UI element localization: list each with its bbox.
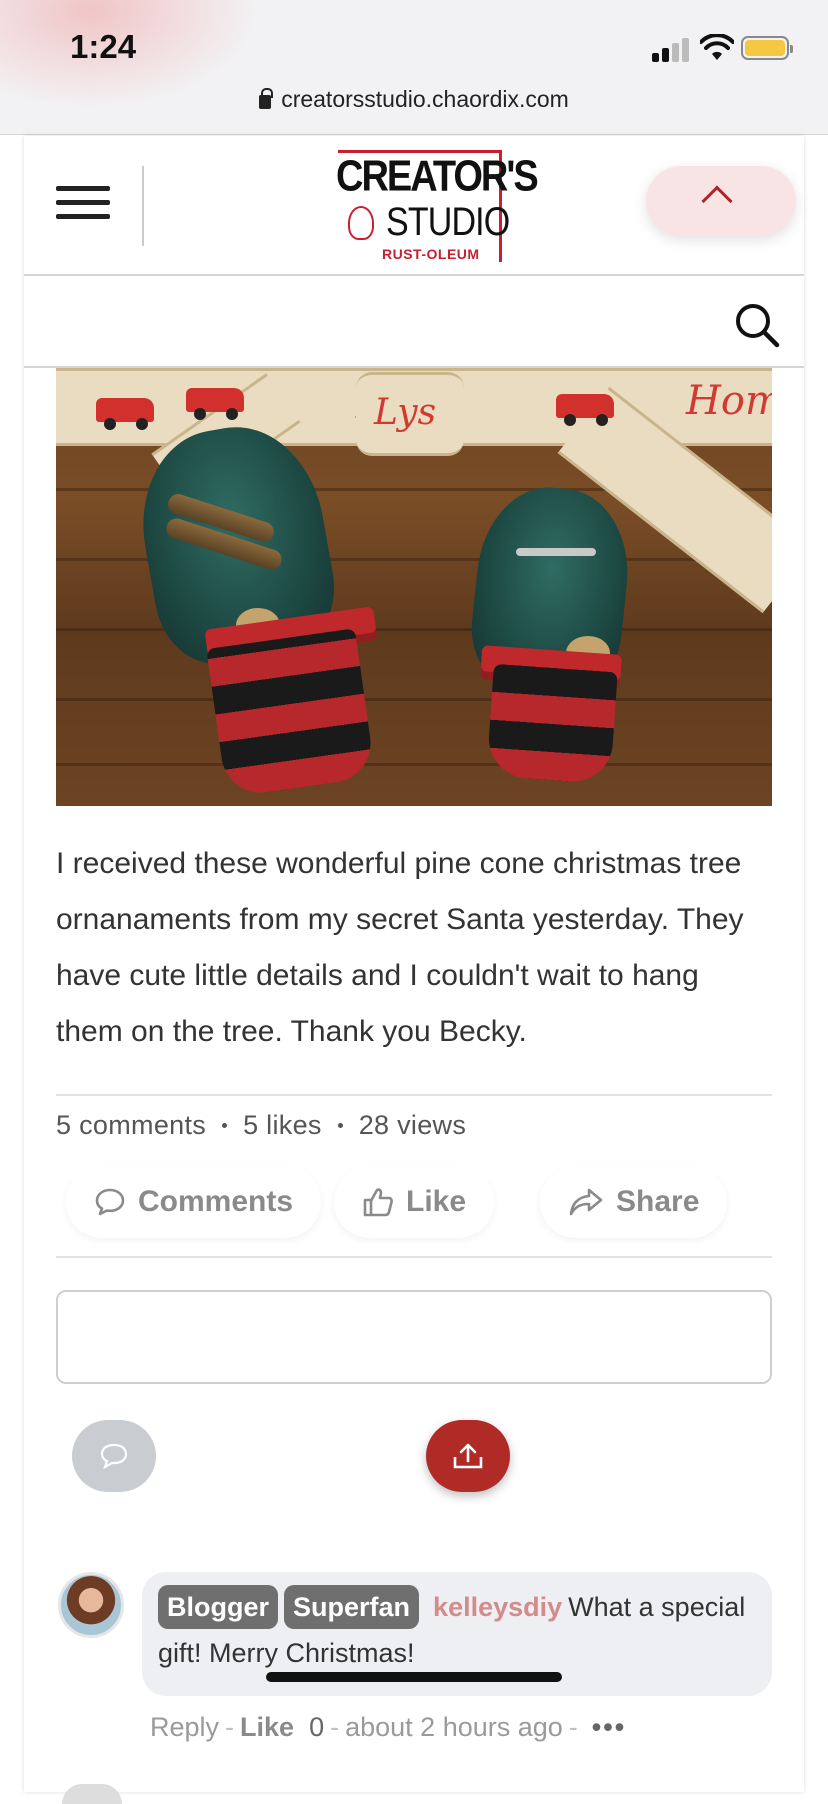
like-button[interactable]: Like xyxy=(334,1166,495,1238)
menu-icon[interactable] xyxy=(56,186,110,220)
commenter-avatar[interactable] xyxy=(58,1572,124,1638)
logo-brand: RUST-OLEUM xyxy=(382,246,480,262)
search-icon[interactable] xyxy=(734,302,780,348)
badge-superfan: Superfan xyxy=(284,1585,420,1629)
post-actions: Comments Like Share xyxy=(56,1166,772,1238)
address-bar[interactable]: creatorsstudio.chaordix.com xyxy=(0,86,828,113)
site-header: CREATOR'S STUDIO RUST-OLEUM xyxy=(24,136,804,276)
comment-timestamp: about 2 hours ago xyxy=(345,1712,563,1742)
home-indicator[interactable] xyxy=(266,1672,562,1682)
thumbs-up-icon xyxy=(363,1188,393,1217)
chat-icon xyxy=(100,1443,128,1469)
badge-blogger: Blogger xyxy=(158,1585,279,1629)
share-label: Share xyxy=(616,1185,700,1218)
actions-divider xyxy=(56,1256,772,1258)
comment-meta: Reply - Like 0- about 2 hours ago - ••• xyxy=(150,1712,627,1743)
share-arrow-icon xyxy=(569,1188,603,1216)
chevron-up-icon xyxy=(701,185,733,217)
comment-submit-button[interactable] xyxy=(72,1420,156,1492)
lock-icon xyxy=(259,88,274,109)
comment-username[interactable]: kelleysdiy xyxy=(433,1592,562,1622)
url-text: creatorsstudio.chaordix.com xyxy=(281,86,569,112)
comment-like-count: 0 xyxy=(309,1712,325,1742)
comment-like-link[interactable]: Like xyxy=(240,1712,294,1742)
likes-count[interactable]: 5 likes xyxy=(243,1110,322,1140)
status-bar: 1:24 creatorsstudio.chaordix.com xyxy=(0,0,828,135)
like-label: Like xyxy=(406,1185,467,1218)
comments-label: Comments xyxy=(138,1185,294,1218)
comment-input[interactable] xyxy=(56,1290,772,1384)
more-options-icon[interactable]: ••• xyxy=(592,1712,626,1743)
comment-bubble-icon xyxy=(95,1188,125,1216)
stats-divider xyxy=(56,1094,772,1096)
logo-title: CREATOR'S xyxy=(336,152,539,202)
upload-button[interactable] xyxy=(426,1420,510,1492)
views-count: 28 views xyxy=(358,1110,467,1140)
logo-subtitle: STUDIO xyxy=(386,200,510,244)
comments-count[interactable]: 5 comments xyxy=(56,1110,206,1140)
post-photo[interactable]: Days Hom Lys xyxy=(56,368,772,806)
header-divider xyxy=(142,166,144,246)
post-stats: 5 comments 5 likes 28 views xyxy=(56,1110,466,1141)
cellular-signal-icon xyxy=(652,38,692,62)
search-row xyxy=(24,278,804,368)
share-button[interactable]: Share xyxy=(540,1166,728,1238)
site-page: CREATOR'S STUDIO RUST-OLEUM Days Hom Lys xyxy=(24,136,804,1804)
lightbulb-icon xyxy=(348,206,374,240)
next-comment-avatar xyxy=(62,1784,122,1804)
wifi-icon xyxy=(700,34,734,60)
reply-link[interactable]: Reply xyxy=(150,1712,219,1742)
battery-icon xyxy=(741,36,793,60)
scroll-to-top-button[interactable] xyxy=(646,166,796,236)
upload-icon xyxy=(453,1443,483,1469)
creators-studio-logo[interactable]: CREATOR'S STUDIO RUST-OLEUM xyxy=(336,150,539,262)
post-body-text: I received these wonderful pine cone chr… xyxy=(56,847,744,1048)
clock: 1:24 xyxy=(70,28,137,65)
comments-button[interactable]: Comments xyxy=(66,1166,322,1238)
